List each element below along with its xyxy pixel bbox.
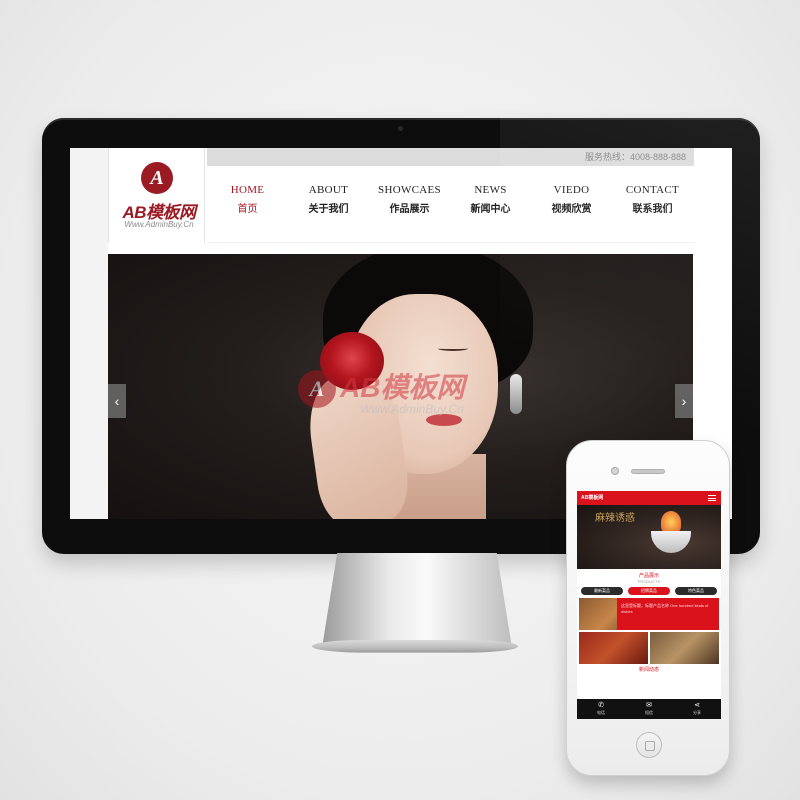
banner-photo-earring xyxy=(510,374,522,414)
footer-label: 短信 xyxy=(645,710,653,715)
phone-icon: ✆ xyxy=(598,702,604,709)
bowl-icon xyxy=(651,531,691,553)
nav-divider xyxy=(207,242,694,243)
nav-video[interactable]: VIEDO 视频欣赏 xyxy=(531,184,612,224)
nav-home[interactable]: HOME 首页 xyxy=(207,184,288,224)
nav-label-cn: 新闻中心 xyxy=(470,204,511,215)
hotline-bar: 服务热线：4008-888-888 xyxy=(207,148,694,166)
mobile-logo[interactable]: AB模板网 xyxy=(581,494,603,501)
main-nav: HOME 首页 ABOUT 关于我们 SHOWCAES 作品展示 NEWS 新闻… xyxy=(207,184,694,224)
product-tabs: 最新菜品 招牌菜品 特色菜品 xyxy=(577,584,721,598)
phone-speaker xyxy=(631,469,665,474)
mobile-banner: 麻辣诱惑 xyxy=(577,505,721,569)
product-grid: 这里是标题，标题产品名称 One hundred kinds of dishes xyxy=(577,598,721,664)
message-icon: ✉ xyxy=(646,702,652,709)
news-title: 新闻动态 xyxy=(638,667,659,673)
share-icon: ⋖ xyxy=(694,702,700,709)
nav-news[interactable]: NEWS 新闻中心 xyxy=(450,184,531,224)
footer-sms-button[interactable]: ✉ 短信 xyxy=(645,702,653,716)
product-caption[interactable]: 这里是标题，标题产品名称 One hundred kinds of dishes xyxy=(617,598,719,630)
nav-label-en: CONTACT xyxy=(625,184,680,196)
watermark-mark-icon: A xyxy=(298,370,336,408)
footer-share-button[interactable]: ⋖ 分享 xyxy=(693,702,701,716)
mobile-banner-text: 麻辣诱惑 xyxy=(595,513,635,524)
tab-latest[interactable]: 最新菜品 xyxy=(581,587,623,595)
nav-showcases[interactable]: SHOWCAES 作品展示 xyxy=(369,184,450,224)
nav-label-cn: 联系我们 xyxy=(632,204,673,215)
phone-camera xyxy=(611,467,619,475)
phone-home-button[interactable] xyxy=(636,732,662,758)
nav-label-cn: 首页 xyxy=(237,204,258,215)
nav-about[interactable]: ABOUT 关于我们 xyxy=(288,184,369,224)
banner-prev-button[interactable]: ‹ xyxy=(108,384,126,418)
banner-photo-eye xyxy=(438,346,468,351)
product-image[interactable] xyxy=(650,632,719,664)
watermark-url: Www.AdminBuy.Cn xyxy=(360,402,464,416)
monitor-stand-base xyxy=(312,640,518,653)
fire-icon xyxy=(661,511,681,533)
mobile-footer-bar: ✆ 电话 ✉ 短信 ⋖ 分享 xyxy=(577,699,721,719)
nav-label-cn: 视频欣赏 xyxy=(551,204,592,215)
logo-mark-icon: A xyxy=(141,162,173,194)
footer-call-button[interactable]: ✆ 电话 xyxy=(597,702,605,716)
left-margin xyxy=(70,148,108,519)
tab-special[interactable]: 特色菜品 xyxy=(675,587,717,595)
nav-label-en: NEWS xyxy=(474,184,507,196)
mobile-website: AB模板网 麻辣诱惑 产品展示 PRODUCTS 最新菜品 招牌菜品 特色菜品 … xyxy=(577,491,721,719)
watermark: A AB模板网 Www.AdminBuy.Cn xyxy=(298,364,508,424)
tab-signature[interactable]: 招牌菜品 xyxy=(628,587,670,595)
product-image[interactable] xyxy=(579,632,648,664)
footer-label: 电话 xyxy=(597,710,605,715)
nav-label-en: ABOUT xyxy=(308,184,349,196)
site-logo[interactable]: A AB模板网 Www.AdminBuy.Cn xyxy=(108,148,205,243)
nav-label-cn: 关于我们 xyxy=(308,204,349,215)
hamburger-menu-icon[interactable] xyxy=(708,495,716,501)
nav-label-cn: 作品展示 xyxy=(389,204,430,215)
mobile-header: AB模板网 xyxy=(577,491,721,505)
logo-url: Www.AdminBuy.Cn xyxy=(124,220,194,229)
footer-label: 分享 xyxy=(693,710,701,715)
nav-label-en: HOME xyxy=(230,184,265,196)
mobile-phone: AB模板网 麻辣诱惑 产品展示 PRODUCTS 最新菜品 招牌菜品 特色菜品 … xyxy=(566,440,730,776)
nav-label-en: SHOWCAES xyxy=(378,184,441,196)
webcam xyxy=(398,126,403,131)
watermark-text: AB模板网 xyxy=(340,372,465,403)
banner-next-button[interactable]: › xyxy=(675,384,693,418)
monitor-stand-neck xyxy=(322,553,512,648)
products-title: 产品展示 xyxy=(638,573,659,579)
nav-contact[interactable]: CONTACT 联系我们 xyxy=(612,184,693,224)
nav-label-en: VIEDO xyxy=(553,184,590,196)
chevron-right-icon: › xyxy=(681,393,687,409)
chevron-left-icon: ‹ xyxy=(114,393,120,409)
